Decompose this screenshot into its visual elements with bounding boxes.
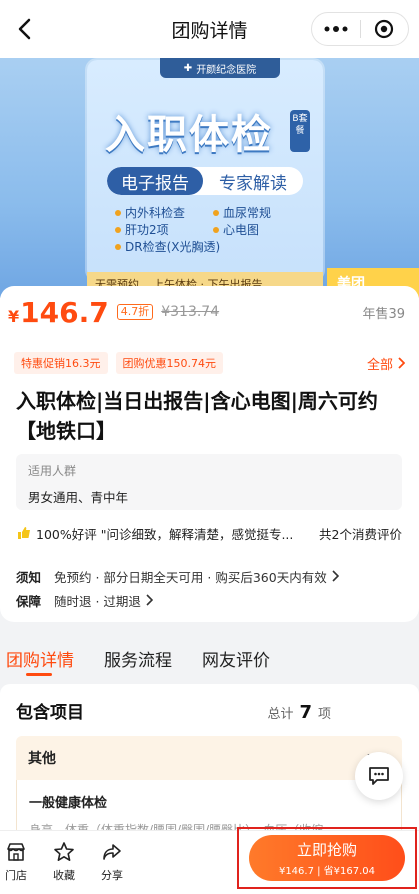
hero-items: 内外科检查 血尿常规 肝功2项 心电图 DR检查(X光胸透): [115, 204, 315, 255]
tab-reviews[interactable]: 网友评价: [202, 634, 270, 682]
notice-row[interactable]: 须知 免预约 · 部分日期全天可用 · 购买后360天内有效: [16, 566, 402, 586]
item-group-header: 其他 7项: [16, 736, 402, 780]
tab-group-detail[interactable]: 团购详情: [6, 634, 74, 682]
chevron-right-icon: [146, 594, 153, 606]
package-badge: B套餐: [290, 110, 310, 152]
audience-value: 男女通用、青中年: [28, 490, 129, 505]
coupon-tag[interactable]: 团购优惠150.74元: [115, 352, 223, 374]
tab-service-flow[interactable]: 服务流程: [104, 634, 172, 682]
audience-label: 适用人群: [28, 464, 77, 478]
favorite-label: 收藏: [53, 869, 75, 882]
total-number: 7: [299, 702, 312, 723]
group-buy-detail-page: 团购详情 ✚ 开颜纪念医院 入职体检 B套餐 电子报告 专家解读 内外科检查 血…: [0, 0, 419, 894]
coupon-tag[interactable]: 特惠促销16.3元: [14, 352, 108, 374]
hero-item: 血尿常规: [223, 206, 272, 220]
pill-left: 电子报告: [107, 167, 203, 195]
chevron-right-icon: [332, 570, 339, 582]
guarantee-row[interactable]: 保障 随时退 · 过期退: [16, 590, 402, 610]
share-label: 分享: [101, 869, 123, 882]
original-price: ¥313.74: [161, 304, 220, 320]
store-label: 门店: [5, 869, 27, 882]
buy-now-label: 立即抢购: [296, 841, 357, 859]
review-summary[interactable]: 100%好评 "问诊细致，解释清楚，感觉挺专... 共2个消费评价: [16, 522, 402, 544]
buy-now-price: ¥146.7 | 省¥167.04: [278, 866, 376, 877]
included-heading: 包含项目: [16, 703, 84, 723]
bullet-icon: [115, 226, 121, 233]
buy-now-button[interactable]: 立即抢购 ¥146.7 | 省¥167.04: [249, 835, 405, 881]
hero-item: 肝功2项: [125, 223, 169, 237]
chat-bubble-icon: [369, 767, 389, 785]
all-coupons-button[interactable]: 全部: [367, 354, 405, 373]
bullet-icon: [213, 209, 219, 216]
price-value: 146.7: [20, 295, 109, 329]
total-label: 总计: [267, 707, 294, 722]
pill-right: 专家解读: [219, 173, 287, 194]
notice-value: 免预约 · 部分日期全天可用 · 购买后360天内有效: [54, 569, 327, 585]
bullet-icon: [115, 243, 121, 250]
back-button[interactable]: [10, 14, 40, 44]
bullet-icon: [213, 226, 219, 233]
coupon-row: 特惠促销16.3元 团购优惠150.74元 全部: [14, 350, 405, 376]
product-title: 入职体检|当日出报告|含心电图|周六可约【地铁口】: [16, 389, 378, 443]
chevron-left-icon: [18, 18, 31, 40]
price-row: ¥ 146.7 4.7折 ¥313.74 年售39: [8, 290, 405, 334]
discount-badge: 4.7折: [116, 304, 154, 320]
annual-sales: 年售39: [362, 306, 405, 322]
currency-symbol: ¥: [8, 306, 20, 326]
close-mini-program-button[interactable]: [360, 13, 408, 45]
all-coupons-label: 全部: [366, 357, 393, 373]
thumbs-up-icon: [18, 527, 30, 539]
hero-item: 内外科检查: [125, 206, 186, 220]
current-price: ¥ 146.7: [8, 296, 109, 329]
share-icon: [103, 844, 121, 860]
detail-tabs: 团购详情 服务流程 网友评价: [0, 634, 419, 682]
chevron-right-icon: [398, 357, 405, 369]
review-count: 共2个消费评价: [319, 526, 402, 542]
product-info-card: ¥ 146.7 4.7折 ¥313.74 年售39 特惠促销16.3元 团购优惠…: [0, 286, 419, 622]
product-hero-image[interactable]: ✚ 开颜纪念医院 入职体检 B套餐 电子报告 专家解读 内外科检查 血尿常规 肝…: [0, 58, 419, 298]
star-icon: [54, 842, 74, 861]
group-name: 其他: [28, 751, 56, 767]
notice-key: 须知: [16, 569, 42, 585]
store-icon: [7, 843, 25, 861]
share-button[interactable]: 分享: [92, 841, 132, 883]
review-snippet: 100%好评 "问诊细致，解释清楚，感觉挺专...: [36, 526, 294, 542]
item-title: 一般健康体检: [29, 796, 108, 811]
guarantee-value: 随时退 · 过期退: [54, 593, 141, 609]
hospital-name: 开颜纪念医院: [196, 64, 257, 76]
hospital-cross-icon: ✚: [183, 62, 193, 74]
store-button[interactable]: 门店: [0, 841, 36, 883]
target-close-icon: [375, 19, 394, 39]
hero-pill: 电子报告 专家解读: [107, 167, 303, 195]
audience-box: 适用人群 男女通用、青中年: [16, 454, 402, 510]
included-total: 总计 7 项: [267, 702, 331, 723]
mini-program-capsule: [311, 12, 409, 46]
customer-service-button[interactable]: [355, 752, 403, 800]
hospital-tag: ✚ 开颜纪念医院: [160, 58, 280, 78]
hero-item: 心电图: [223, 223, 260, 237]
guarantee-key: 保障: [16, 593, 42, 609]
page-title: 团购详情: [171, 19, 248, 42]
hero-item: DR检查(X光胸透): [125, 240, 221, 254]
bullet-icon: [115, 209, 121, 216]
favorite-button[interactable]: 收藏: [44, 841, 84, 883]
more-dots-icon: [324, 26, 348, 32]
more-button[interactable]: [312, 13, 360, 45]
nav-bar: 团购详情: [0, 0, 419, 58]
total-unit: 项: [317, 707, 331, 722]
hero-headline: 入职体检: [105, 112, 273, 158]
